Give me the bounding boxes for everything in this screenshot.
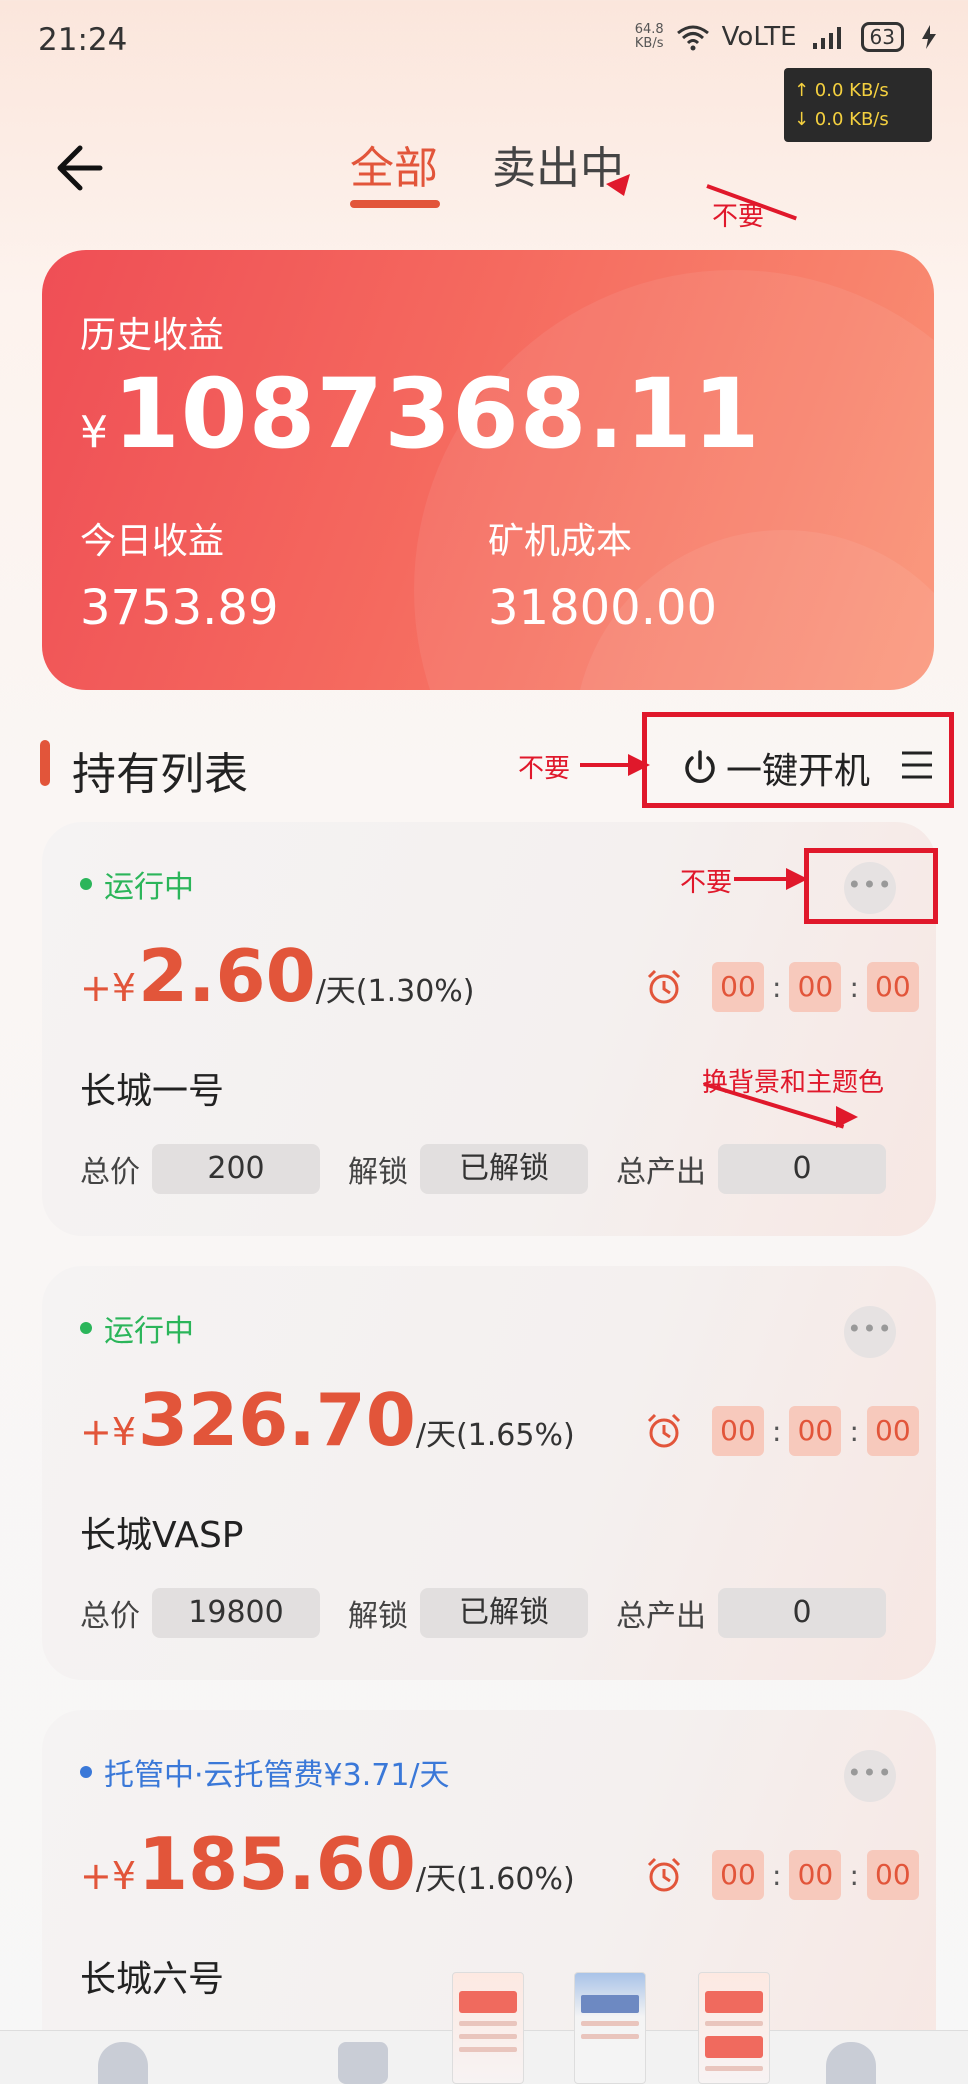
screenshot-thumbnail[interactable]	[698, 1972, 770, 2084]
card-details: 总价 19800 解锁 已解锁 总产出 0	[80, 1588, 914, 1638]
charging-icon	[922, 25, 936, 49]
alarm-clock-icon	[647, 969, 681, 1004]
net-speed: 64.8 KB/s	[634, 22, 664, 51]
price-label: 总价	[80, 1155, 140, 1190]
daily-earnings: +¥ 185.60 /天(1.60%)	[80, 1822, 575, 1906]
timer-seconds: 00	[866, 1406, 919, 1456]
timer-minutes: 00	[789, 1406, 842, 1456]
output-label: 总产出	[616, 1599, 706, 1634]
card-status: 运行中	[80, 1306, 194, 1350]
tab-all[interactable]: 全部	[350, 132, 438, 196]
status-dot	[80, 1766, 92, 1778]
network-type: VoLTE	[721, 22, 797, 52]
upload-speed: ↑ 0.0 KB/s	[794, 80, 889, 101]
today-earnings-value: 3753.89	[80, 580, 279, 636]
daily-earnings: +¥ 2.60 /天(1.30%)	[80, 934, 475, 1018]
timer-minutes: 00	[789, 962, 842, 1012]
miner-cost-value: 31800.00	[488, 580, 718, 636]
unlock-value: 已解锁	[420, 1144, 588, 1194]
daily-earnings: +¥ 326.70 /天(1.65%)	[80, 1378, 575, 1462]
earnings-summary-card: 历史收益 ¥1087368.11 今日收益 3753.89 矿机成本 31800…	[42, 250, 934, 690]
signal-icon	[812, 27, 841, 49]
status-dot	[80, 1322, 92, 1334]
price-value: 19800	[152, 1588, 320, 1638]
card-details: 总价 200 解锁 已解锁 总产出 0	[80, 1144, 914, 1194]
more-options-icon[interactable]: •••	[844, 1306, 896, 1358]
screenshot-thumbnail[interactable]	[574, 1972, 646, 2084]
timer-seconds: 00	[866, 962, 919, 1012]
status-icons: 64.8 KB/s VoLTE 63	[635, 22, 944, 52]
annotation-arrow-head	[606, 174, 630, 196]
output-value: 0	[718, 1144, 886, 1194]
history-earnings-label: 历史收益	[80, 315, 225, 356]
annotation-box	[642, 712, 954, 808]
price-value: 200	[152, 1144, 320, 1194]
section-marker	[40, 740, 50, 786]
screenshot-thumbnail[interactable]	[452, 1972, 524, 2084]
holding-card[interactable]: 运行中 ••• +¥ 326.70 /天(1.65%) 00: 00: 00 长…	[42, 1266, 936, 1680]
server-icon[interactable]	[338, 2042, 388, 2084]
profile-icon[interactable]	[826, 2042, 876, 2084]
network-speed-overlay: ↑ 0.0 KB/s ↓ 0.0 KB/s	[784, 68, 932, 142]
annotation-onekey-note: 不要	[518, 754, 571, 784]
price-label: 总价	[80, 1599, 140, 1634]
miner-name: 长城VASP	[80, 1515, 244, 1556]
status-time: 21:24	[38, 22, 128, 58]
alarm-clock-icon	[647, 1857, 681, 1892]
annotation-arrow-head	[628, 754, 650, 776]
miner-cost-label: 矿机成本	[488, 521, 633, 562]
download-speed: ↓ 0.0 KB/s	[794, 109, 889, 130]
output-value: 0	[718, 1588, 886, 1638]
unlock-label: 解锁	[348, 1155, 408, 1190]
annotation-box	[804, 848, 938, 924]
holdings-list-title: 持有列表	[72, 749, 248, 800]
card-status: 托管中·云托管费¥3.71/天	[80, 1750, 450, 1794]
timer-hours: 00	[712, 1406, 764, 1456]
timer-hours: 00	[712, 1850, 764, 1900]
annotation-tab-note: 不要	[712, 202, 765, 232]
output-label: 总产出	[616, 1155, 706, 1190]
more-options-icon[interactable]: •••	[844, 1750, 896, 1802]
alarm-clock-icon	[647, 1413, 681, 1448]
battery-icon: 63	[860, 22, 904, 52]
annotation-arrow-head	[786, 868, 808, 890]
timer-seconds: 00	[866, 1850, 919, 1900]
tab-active-indicator	[350, 200, 440, 208]
timer-hours: 00	[712, 962, 764, 1012]
home-icon[interactable]	[98, 2042, 148, 2084]
wifi-icon	[676, 25, 709, 51]
unlock-value: 已解锁	[420, 1588, 588, 1638]
annotation-arrow-head	[836, 1106, 858, 1128]
history-earnings-value: ¥1087368.11	[80, 358, 761, 470]
unlock-label: 解锁	[348, 1599, 408, 1634]
miner-name: 长城六号	[80, 1959, 225, 2000]
card-status: 运行中	[80, 862, 194, 906]
status-dot	[80, 878, 92, 890]
annotation-more-note: 不要	[680, 868, 733, 898]
miner-name: 长城一号	[80, 1071, 225, 1112]
countdown-timer: 00: 00: 00	[644, 962, 919, 1012]
back-arrow-icon[interactable]	[50, 140, 106, 196]
timer-minutes: 00	[789, 1850, 842, 1900]
countdown-timer: 00: 00: 00	[644, 1850, 919, 1900]
countdown-timer: 00: 00: 00	[644, 1406, 919, 1456]
today-earnings-label: 今日收益	[80, 521, 225, 562]
